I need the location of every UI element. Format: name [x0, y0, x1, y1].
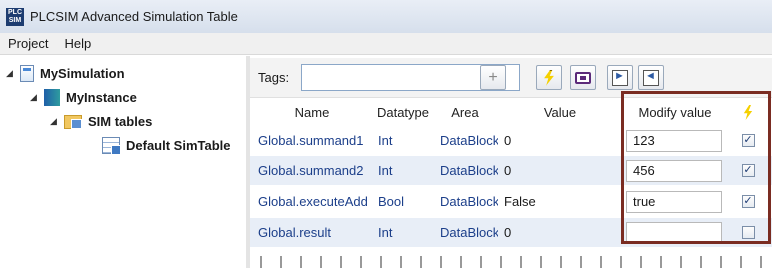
column-header-datatype[interactable]: Datatype [374, 100, 432, 126]
device-icon [575, 71, 591, 84]
tag-value: False [504, 194, 536, 209]
instance-icon [44, 89, 60, 106]
lightning-icon [743, 105, 753, 120]
modify-value-input[interactable]: 456 [626, 159, 722, 182]
column-header-name[interactable]: Name [250, 100, 374, 126]
modify-value-input[interactable]: true [626, 190, 722, 213]
table-row[interactable]: Global.summand2 Int DataBlock 0 456 ✓ [250, 156, 772, 185]
tag-datatype: Int [378, 133, 393, 148]
expand-arrow-icon[interactable]: ◢ [6, 68, 20, 79]
tag-area: DataBlock [440, 133, 498, 148]
export-button[interactable] [638, 65, 664, 90]
modify-checkbox[interactable]: ✓ [741, 164, 755, 177]
modify-checkbox[interactable] [741, 226, 755, 239]
tree-node-label: Default SimTable [126, 138, 231, 153]
menu-help[interactable]: Help [56, 36, 99, 51]
table-row[interactable]: Global.executeAdd Bool DataBlock False t… [250, 187, 772, 216]
tag-name: Global.result [258, 225, 331, 240]
sim-table-grid: Name Datatype Area Value Modify value Gl… [250, 100, 772, 268]
tag-area: DataBlock [440, 225, 498, 240]
window-title: PLCSIM Advanced Simulation Table [30, 9, 238, 24]
export-icon [643, 69, 659, 86]
load-project-tags-button[interactable] [570, 65, 596, 90]
table-row[interactable]: Global.result Int DataBlock 0 [250, 218, 772, 247]
column-header-modify-value[interactable]: Modify value [622, 100, 728, 126]
tag-value: 0 [504, 225, 512, 240]
column-header-area[interactable]: Area [432, 100, 498, 126]
modify-checkbox[interactable]: ✓ [741, 195, 755, 208]
sim-table-toolbar: Tags: + [250, 58, 772, 98]
import-icon [612, 69, 628, 86]
tree-node-label: MyInstance [66, 90, 137, 105]
tags-label: Tags: [258, 70, 290, 85]
expand-arrow-icon[interactable]: ◢ [50, 116, 64, 127]
sim-table-icon [102, 137, 121, 155]
lightning-icon [544, 69, 554, 86]
column-header-modify-flag[interactable] [728, 100, 768, 126]
plcsim-app-icon: PLC SIM [6, 7, 24, 26]
tag-datatype: Int [378, 225, 393, 240]
tag-value: 0 [504, 133, 512, 148]
tag-datatype: Int [378, 163, 393, 178]
table-header: Name Datatype Area Value Modify value [250, 100, 772, 126]
tree-node-label: MySimulation [40, 66, 125, 81]
project-tree: ◢ MySimulation ◢ MyInstance ◢ SIM tables… [0, 56, 246, 268]
simulation-file-icon [20, 65, 34, 82]
tree-node-label: SIM tables [88, 114, 153, 129]
expand-arrow-icon[interactable]: ◢ [30, 92, 44, 103]
modify-all-selected-button[interactable] [536, 65, 562, 90]
sim-tables-folder-icon [64, 114, 82, 129]
plus-icon: + [488, 68, 498, 86]
table-row[interactable]: Global.summand1 Int DataBlock 0 123 ✓ [250, 126, 772, 155]
tag-name: Global.summand2 [258, 163, 364, 178]
add-tag-button[interactable]: + [480, 65, 506, 90]
tag-name: Global.executeAdd [258, 194, 368, 209]
tag-value: 0 [504, 163, 512, 178]
tag-area: DataBlock [440, 194, 498, 209]
modify-checkbox[interactable]: ✓ [741, 134, 755, 147]
cropped-content-strip [250, 256, 772, 268]
import-button[interactable] [607, 65, 633, 90]
tree-node-mysimulation[interactable]: ◢ MySimulation [6, 65, 125, 82]
tree-node-default-simtable[interactable]: Default SimTable [102, 137, 231, 155]
menu-project[interactable]: Project [0, 36, 56, 51]
modify-value-input[interactable] [626, 221, 722, 244]
title-bar: PLC SIM PLCSIM Advanced Simulation Table [0, 0, 772, 33]
tree-node-myinstance[interactable]: ◢ MyInstance [30, 89, 137, 106]
tag-datatype: Bool [378, 194, 405, 209]
menu-bar: Project Help [0, 33, 772, 55]
tag-area: DataBlock [440, 163, 498, 178]
tag-name: Global.summand1 [258, 133, 364, 148]
column-header-value[interactable]: Value [498, 100, 622, 126]
tree-node-sim-tables[interactable]: ◢ SIM tables [50, 114, 152, 129]
modify-value-input[interactable]: 123 [626, 129, 722, 152]
